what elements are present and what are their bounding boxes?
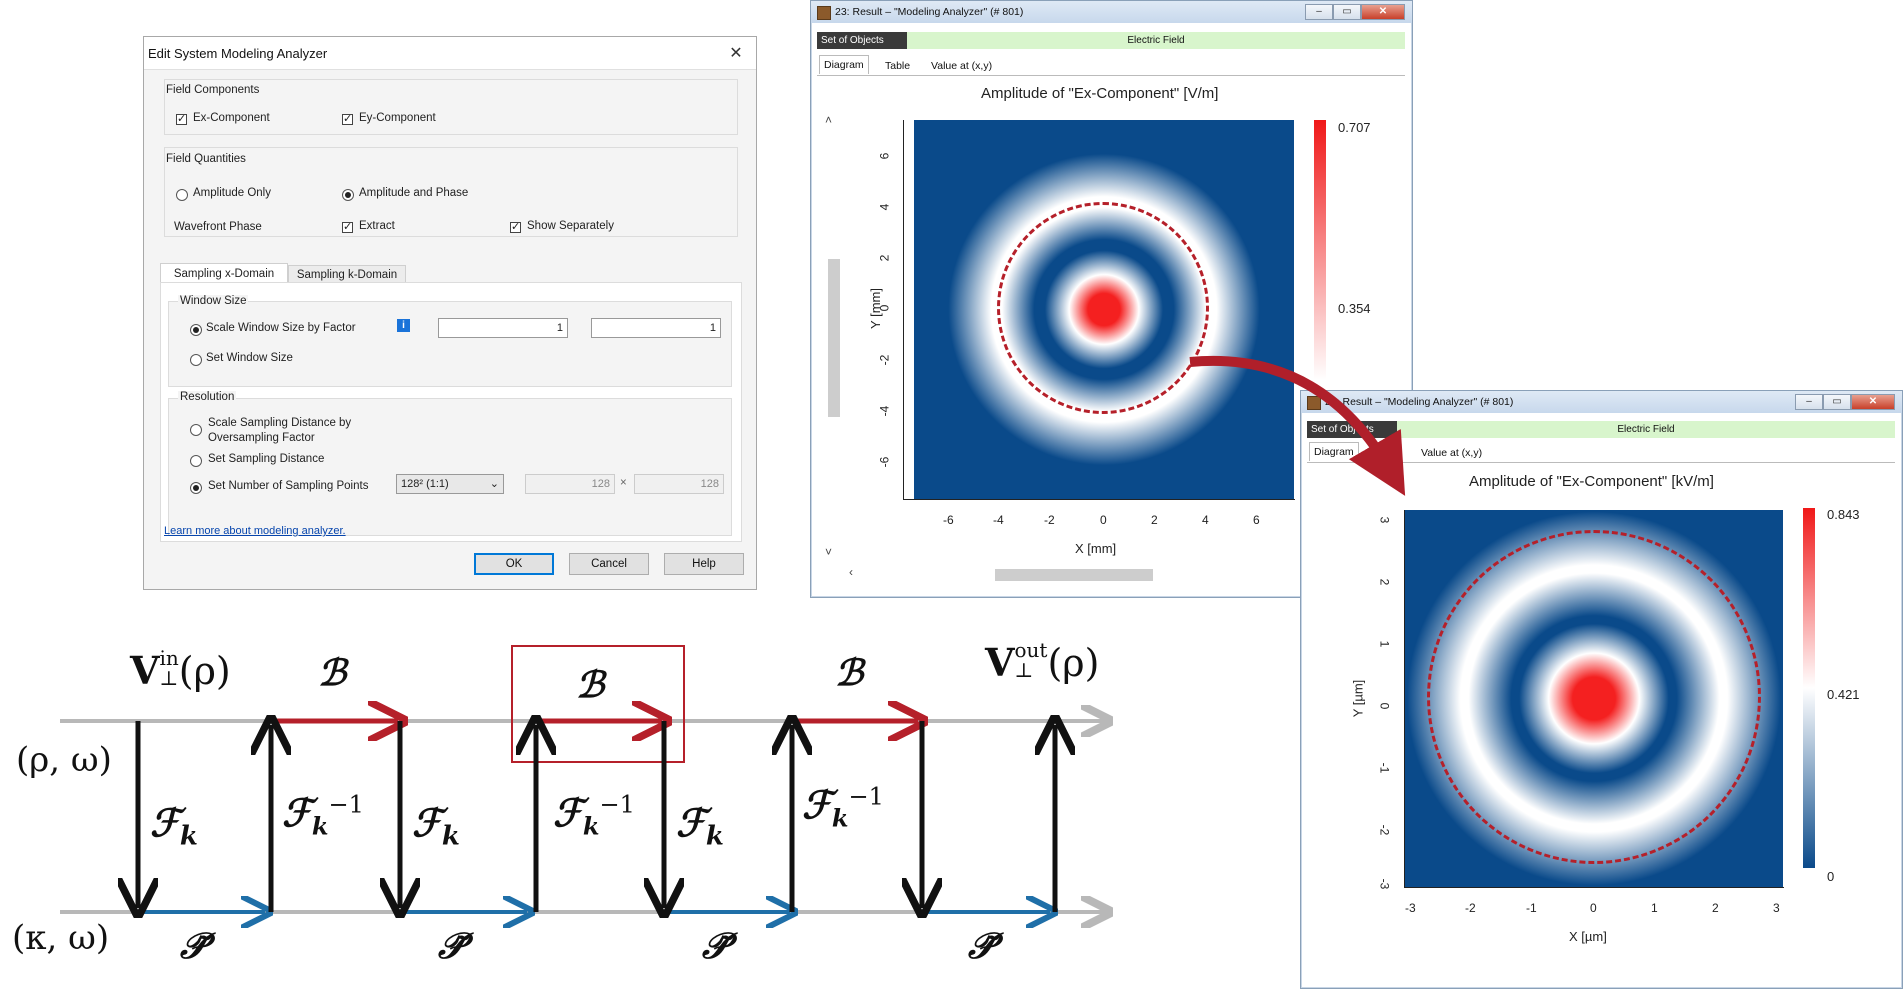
fk-label: ℱk bbox=[150, 800, 198, 852]
p-label: 𝒫̃ bbox=[702, 925, 728, 967]
fk-inv-sup: −1 bbox=[599, 790, 635, 819]
fk-label: ℱk bbox=[676, 800, 724, 852]
v-in-label: Vin ⊥ (ρ) bbox=[130, 648, 231, 693]
p-label: 𝒫̃ bbox=[438, 925, 464, 967]
v-out-sub: ⊥ bbox=[1014, 658, 1034, 682]
fk-inv-symbol: ℱ bbox=[802, 782, 832, 827]
p-label: 𝒫̃ bbox=[968, 925, 994, 967]
fk-inv-symbol: ℱ bbox=[553, 790, 583, 835]
fk-label: ℱk bbox=[412, 800, 460, 852]
v-in-sup: in bbox=[159, 646, 179, 670]
fk-inv-symbol: ℱ bbox=[282, 790, 312, 835]
fk-symbol: ℱ bbox=[676, 800, 706, 845]
fk-inv-sub: k bbox=[831, 803, 849, 833]
b-label: ℬ bbox=[835, 652, 864, 694]
fk-inv-label: ℱk−1 bbox=[282, 790, 364, 841]
fk-symbol: ℱ bbox=[412, 800, 442, 845]
v-in-arg: (ρ) bbox=[178, 649, 231, 693]
curved-arrow bbox=[1189, 356, 1406, 496]
v-out-symbol: V bbox=[985, 640, 1015, 685]
fk-symbol: ℱ bbox=[150, 800, 180, 845]
kappa-omega-label: (κ, ω) bbox=[12, 918, 110, 958]
fk-sub: k bbox=[441, 821, 460, 852]
fk-sub: k bbox=[179, 821, 198, 852]
fk-inv-label: ℱk−1 bbox=[553, 790, 635, 841]
fk-inv-sup: −1 bbox=[848, 782, 884, 811]
b-label: ℬ bbox=[318, 652, 347, 694]
v-out-label: Vout ⊥ (ρ) bbox=[985, 640, 1099, 685]
v-out-sup: out bbox=[1014, 638, 1048, 662]
fk-sub: k bbox=[705, 821, 724, 852]
v-in-symbol: V bbox=[130, 648, 160, 693]
p-label: 𝒫̃ bbox=[180, 925, 206, 967]
fk-inv-label: ℱk−1 bbox=[802, 782, 884, 833]
fk-inv-sub: k bbox=[311, 811, 329, 841]
b-label: ℬ bbox=[576, 664, 605, 706]
v-in-sub: ⊥ bbox=[159, 666, 179, 690]
v-out-arg: (ρ) bbox=[1047, 641, 1100, 685]
fk-inv-sub: k bbox=[582, 811, 600, 841]
fk-inv-sup: −1 bbox=[328, 790, 364, 819]
rho-omega-label: (ρ, ω) bbox=[16, 740, 112, 780]
